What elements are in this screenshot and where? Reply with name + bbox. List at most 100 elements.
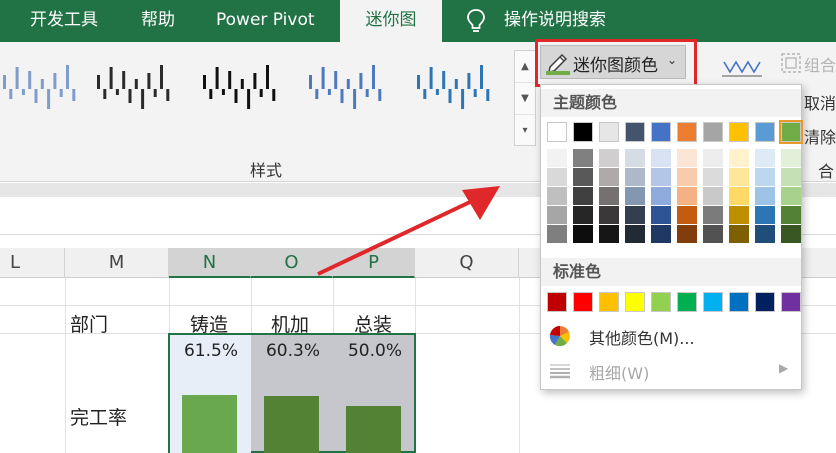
theme-shade-swatch[interactable] [547, 225, 567, 243]
theme-shade-swatch[interactable] [703, 168, 723, 186]
theme-shade-swatch[interactable] [573, 168, 593, 186]
column-header-n[interactable]: N [169, 248, 251, 278]
standard-color-swatch[interactable] [729, 292, 749, 312]
theme-shade-swatch[interactable] [651, 225, 671, 243]
tab-developer[interactable]: 开发工具 [30, 0, 98, 42]
line-weight-item[interactable]: 粗细(W) ▶ [541, 354, 801, 388]
theme-shade-swatch[interactable] [703, 187, 723, 205]
theme-shade-swatch[interactable] [755, 206, 775, 224]
gallery-scroll: ▲ ▼ ▾ [514, 50, 536, 146]
standard-color-swatch[interactable] [625, 292, 645, 312]
theme-color-swatch[interactable] [703, 122, 723, 142]
theme-shade-swatch[interactable] [651, 149, 671, 167]
standard-color-swatch[interactable] [651, 292, 671, 312]
style-preview-bar [240, 79, 244, 89]
standard-color-swatch[interactable] [547, 292, 567, 312]
style-preview-bar [417, 75, 420, 89]
theme-shade-swatch[interactable] [729, 168, 749, 186]
theme-shade-swatch[interactable] [677, 225, 697, 243]
cell-rate-label[interactable]: 完工率 [70, 403, 127, 430]
standard-color-swatch[interactable] [599, 292, 619, 312]
theme-shade-swatch[interactable] [703, 149, 723, 167]
standard-color-swatch[interactable] [755, 292, 775, 312]
theme-color-swatch[interactable] [729, 122, 749, 142]
more-colors-item[interactable]: 其他颜色(M)... [541, 319, 801, 353]
theme-shade-swatch[interactable] [755, 149, 775, 167]
theme-shade-swatch[interactable] [573, 187, 593, 205]
theme-shade-swatch[interactable] [547, 168, 567, 186]
gallery-more-button[interactable]: ▾ [515, 115, 535, 147]
cell-dept-label[interactable]: 部门 [70, 310, 108, 337]
tab-sparkline[interactable]: 迷你图 [340, 0, 442, 42]
theme-shade-swatch[interactable] [625, 187, 645, 205]
theme-color-swatch[interactable] [547, 122, 567, 142]
theme-shade-swatch[interactable] [547, 187, 567, 205]
theme-shade-swatch[interactable] [547, 206, 567, 224]
theme-shade-swatch[interactable] [547, 149, 567, 167]
standard-color-swatch[interactable] [781, 292, 801, 312]
theme-shade-swatch[interactable] [729, 149, 749, 167]
theme-shade-swatch[interactable] [625, 206, 645, 224]
standard-color-swatch[interactable] [677, 292, 697, 312]
theme-color-swatch[interactable] [677, 122, 697, 142]
theme-shade-swatch[interactable] [599, 149, 619, 167]
theme-shade-swatch[interactable] [677, 206, 697, 224]
theme-shade-swatch[interactable] [599, 206, 619, 224]
column-header-m[interactable]: M [65, 248, 169, 278]
theme-shade-swatch[interactable] [651, 206, 671, 224]
column-header-l[interactable]: L [0, 248, 65, 278]
theme-shade-swatch[interactable] [729, 187, 749, 205]
theme-color-swatch[interactable] [573, 122, 593, 142]
standard-color-swatch[interactable] [573, 292, 593, 312]
theme-shade-swatch[interactable] [599, 168, 619, 186]
theme-color-swatch[interactable] [779, 120, 803, 144]
sparkline-style-option[interactable] [414, 60, 494, 118]
theme-shade-swatch[interactable] [625, 225, 645, 243]
ungroup-label[interactable]: 取消 [804, 90, 836, 114]
gallery-down-button[interactable]: ▼ [515, 83, 535, 115]
theme-shade-swatch[interactable] [625, 149, 645, 167]
tab-power-pivot[interactable]: Power Pivot [216, 0, 315, 42]
theme-shade-swatch[interactable] [729, 225, 749, 243]
cell-dept-machining[interactable]: 机加 [271, 310, 309, 337]
theme-shade-swatch[interactable] [573, 149, 593, 167]
theme-shade-swatch[interactable] [703, 225, 723, 243]
theme-shade-swatch[interactable] [625, 168, 645, 186]
tab-help[interactable]: 帮助 [141, 0, 175, 42]
theme-shade-swatch[interactable] [599, 187, 619, 205]
theme-shade-swatch[interactable] [677, 168, 697, 186]
theme-shade-swatch[interactable] [651, 187, 671, 205]
theme-color-swatch[interactable] [599, 122, 619, 142]
theme-shade-swatch[interactable] [755, 168, 775, 186]
theme-shade-swatch[interactable] [703, 206, 723, 224]
theme-shade-swatch[interactable] [781, 168, 801, 186]
clear-label[interactable]: 清除 [804, 124, 836, 148]
theme-shade-swatch[interactable] [781, 187, 801, 205]
theme-shade-swatch[interactable] [651, 168, 671, 186]
tell-me-search[interactable]: 操作说明搜索 [504, 0, 606, 42]
theme-shade-swatch[interactable] [781, 225, 801, 243]
standard-color-swatch[interactable] [703, 292, 723, 312]
theme-color-swatch[interactable] [651, 122, 671, 142]
sparkline-style-option[interactable] [306, 60, 386, 118]
theme-color-swatch[interactable] [625, 122, 645, 142]
theme-shade-swatch[interactable] [573, 206, 593, 224]
cell-dept-casting[interactable]: 铸造 [190, 310, 228, 337]
gallery-up-button[interactable]: ▲ [515, 51, 535, 83]
theme-shade-swatch[interactable] [729, 206, 749, 224]
theme-color-swatch[interactable] [755, 122, 775, 142]
theme-shade-swatch[interactable] [755, 187, 775, 205]
sparkline-style-option[interactable] [200, 60, 280, 118]
cell-dept-assembly[interactable]: 总装 [354, 310, 392, 337]
theme-shade-swatch[interactable] [677, 149, 697, 167]
sparkline-style-option[interactable] [0, 60, 80, 118]
theme-shade-swatch[interactable] [677, 187, 697, 205]
theme-shade-swatch[interactable] [573, 225, 593, 243]
theme-shade-swatch[interactable] [781, 206, 801, 224]
group-label[interactable]: 组合 [804, 52, 836, 76]
sparkline-style-option[interactable] [94, 60, 174, 118]
theme-shade-swatch[interactable] [781, 149, 801, 167]
axis-icon[interactable] [720, 54, 764, 80]
theme-shade-swatch[interactable] [755, 225, 775, 243]
theme-shade-swatch[interactable] [599, 225, 619, 243]
